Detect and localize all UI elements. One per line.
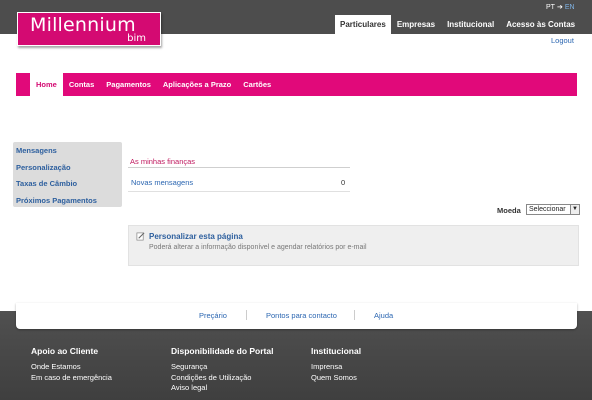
main-navigation: Home Contas Pagamentos Aplicações a Praz… bbox=[16, 73, 577, 96]
nav-contas[interactable]: Contas bbox=[63, 73, 100, 96]
nav-home[interactable]: Home bbox=[30, 73, 63, 96]
currency-select[interactable]: Seleccionar ▼ bbox=[526, 204, 580, 215]
language-switcher: PT ➔ EN bbox=[546, 3, 575, 12]
logo-main-text: Millennium bbox=[30, 14, 136, 36]
new-messages-count: 0 bbox=[341, 178, 346, 187]
nav-cartoes[interactable]: Cartões bbox=[237, 73, 277, 96]
footer-column-institucional: Institucional Imprensa Quem Somos bbox=[311, 346, 361, 383]
sidebar-item-personalizacao[interactable]: Personalização bbox=[13, 162, 122, 179]
chevron-down-icon[interactable]: ▼ bbox=[570, 205, 579, 214]
footer-link-quem-somos[interactable]: Quem Somos bbox=[311, 373, 361, 384]
footer-separator bbox=[246, 310, 247, 320]
footer-column-disponibilidade: Disponibilidade do Portal Segurança Cond… bbox=[171, 346, 273, 394]
tab-empresas[interactable]: Empresas bbox=[391, 18, 441, 34]
sidebar-menu: Mensagens Personalização Taxas de Câmbio… bbox=[13, 142, 122, 207]
finances-row-divider bbox=[128, 191, 350, 192]
lang-en-link[interactable]: EN bbox=[565, 4, 575, 11]
footer-heading: Institucional bbox=[311, 346, 362, 356]
tab-institucional[interactable]: Institucional bbox=[441, 18, 500, 34]
footer-link-aviso-legal[interactable]: Aviso legal bbox=[171, 383, 273, 394]
personalize-description: Poderá alterar a informação disponível e… bbox=[149, 244, 367, 251]
footer-separator bbox=[354, 310, 355, 320]
nav-aplicacoes-prazo[interactable]: Aplicações a Prazo bbox=[157, 73, 237, 96]
nav-pagamentos[interactable]: Pagamentos bbox=[100, 73, 157, 96]
personalize-link[interactable]: Personalizar esta página bbox=[149, 232, 243, 241]
tab-particulares[interactable]: Particulares bbox=[335, 15, 391, 34]
logo-sub-text: bim bbox=[127, 33, 146, 44]
lang-pt-link[interactable]: PT bbox=[546, 4, 555, 11]
logout-link[interactable]: Logout bbox=[551, 36, 574, 45]
currency-label: Moeda bbox=[497, 206, 521, 215]
tab-acesso-contas[interactable]: Acesso às Contas bbox=[500, 18, 581, 34]
new-messages-link[interactable]: Novas mensagens bbox=[131, 178, 193, 187]
personalize-panel: Personalizar esta página Poderá alterar … bbox=[128, 225, 579, 266]
footer-heading: Disponibilidade do Portal bbox=[171, 346, 274, 356]
footer-column-apoio: Apoio ao Cliente Onde Estamos Em caso de… bbox=[31, 346, 112, 383]
footer-link-precario[interactable]: Preçário bbox=[199, 311, 227, 320]
footer-link-pontos-contacto[interactable]: Pontos para contacto bbox=[266, 311, 337, 320]
sidebar-item-taxas-cambio[interactable]: Taxas de Câmbio bbox=[13, 178, 122, 195]
finances-title: As minhas finanças bbox=[130, 157, 196, 166]
arrow-right-icon: ➔ bbox=[556, 4, 563, 11]
footer-link-onde-estamos[interactable]: Onde Estamos bbox=[31, 362, 112, 373]
sidebar-item-mensagens[interactable]: Mensagens bbox=[13, 145, 122, 162]
footer-link-imprensa[interactable]: Imprensa bbox=[311, 362, 361, 373]
finances-divider bbox=[128, 167, 350, 168]
footer-link-seguranca[interactable]: Segurança bbox=[171, 362, 273, 373]
footer-link-emergencia[interactable]: Em caso de emergência bbox=[31, 373, 112, 384]
top-navigation: Particulares Empresas Institucional Aces… bbox=[335, 14, 581, 34]
millennium-logo[interactable]: Millennium bim bbox=[17, 12, 161, 46]
sidebar-item-proximos-pagamentos[interactable]: Próximos Pagamentos bbox=[13, 195, 122, 212]
footer-link-ajuda[interactable]: Ajuda bbox=[374, 311, 393, 320]
currency-selected-value: Seleccionar bbox=[529, 206, 566, 213]
pencil-icon bbox=[136, 232, 145, 241]
footer-link-condicoes[interactable]: Condições de Utilização bbox=[171, 373, 273, 384]
footer-heading: Apoio ao Cliente bbox=[31, 346, 99, 356]
footer-links-bar: Preçário Pontos para contacto Ajuda bbox=[16, 303, 577, 329]
